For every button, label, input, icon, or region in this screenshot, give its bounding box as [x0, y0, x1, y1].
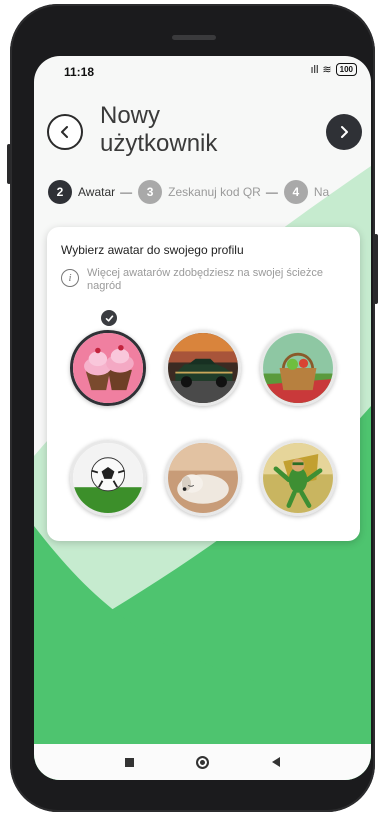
chevron-left-icon: [61, 126, 68, 138]
avatar-picnic-basket[interactable]: [260, 330, 336, 406]
step-label-avatar: Awatar: [78, 185, 116, 199]
card-title: Wybierz awatar do swojego profilu: [61, 243, 244, 257]
step-separator: —: [120, 185, 133, 199]
phone-frame: 11:18 ıll ≋ 100 Nowy użytkownik 2 Awatar…: [7, 4, 378, 812]
sleeping-dog-image: [168, 443, 238, 513]
avatar-card: Wybierz awatar do swojego profilu i Więc…: [47, 227, 360, 541]
step-label-scan-qr: Zeskanuj kod QR: [168, 185, 261, 199]
selected-check-icon: [101, 310, 117, 326]
avatar-muscle-car[interactable]: [165, 330, 241, 406]
page-header: Nowy użytkownik: [34, 96, 371, 166]
phone-volume-button: [374, 234, 378, 304]
step-separator: —: [265, 185, 278, 199]
step-number-2: 2: [48, 180, 72, 204]
step-number-4: 4: [283, 180, 308, 204]
next-button[interactable]: [326, 114, 362, 150]
avatar-cupcakes[interactable]: [70, 330, 146, 406]
avatar-soccer-ball[interactable]: [70, 440, 146, 516]
avatar-superhero[interactable]: [260, 440, 336, 516]
home-icon[interactable]: [196, 755, 210, 769]
step-label-next: Na: [313, 185, 330, 199]
android-nav-bar: [34, 744, 371, 780]
step-number-3: 3: [138, 180, 163, 204]
info-icon: i: [61, 269, 79, 287]
step-indicator: 2 Awatar — 3 Zeskanuj kod QR — 4 Na: [48, 180, 334, 204]
wifi-icon: ≋: [322, 64, 332, 76]
status-icons: ıll ≋ 100: [310, 63, 357, 76]
muscle-car-image: [168, 333, 238, 403]
cupcakes-image: [73, 333, 143, 403]
avatar-sleeping-dog[interactable]: [165, 440, 241, 516]
chevron-right-icon: [341, 126, 348, 138]
page-title: Nowy użytkownik: [100, 102, 218, 157]
back-triangle-icon[interactable]: [271, 757, 280, 767]
phone-speaker: [172, 35, 216, 40]
info-text: Więcej awatarów zdobędziesz na swojej śc…: [87, 267, 323, 292]
phone-side-button: [7, 144, 11, 184]
signal-icon: ıll: [310, 63, 319, 76]
status-time: 11:18: [64, 65, 95, 79]
back-button[interactable]: [47, 114, 83, 150]
soccer-ball-image: [73, 443, 143, 513]
app-screen: 11:18 ıll ≋ 100 Nowy użytkownik 2 Awatar…: [34, 56, 371, 780]
battery-icon: 100: [335, 63, 357, 76]
superhero-image: [263, 443, 333, 513]
picnic-basket-image: [263, 333, 333, 403]
status-bar: 11:18 ıll ≋ 100: [34, 56, 371, 86]
recent-apps-icon[interactable]: [125, 757, 135, 767]
